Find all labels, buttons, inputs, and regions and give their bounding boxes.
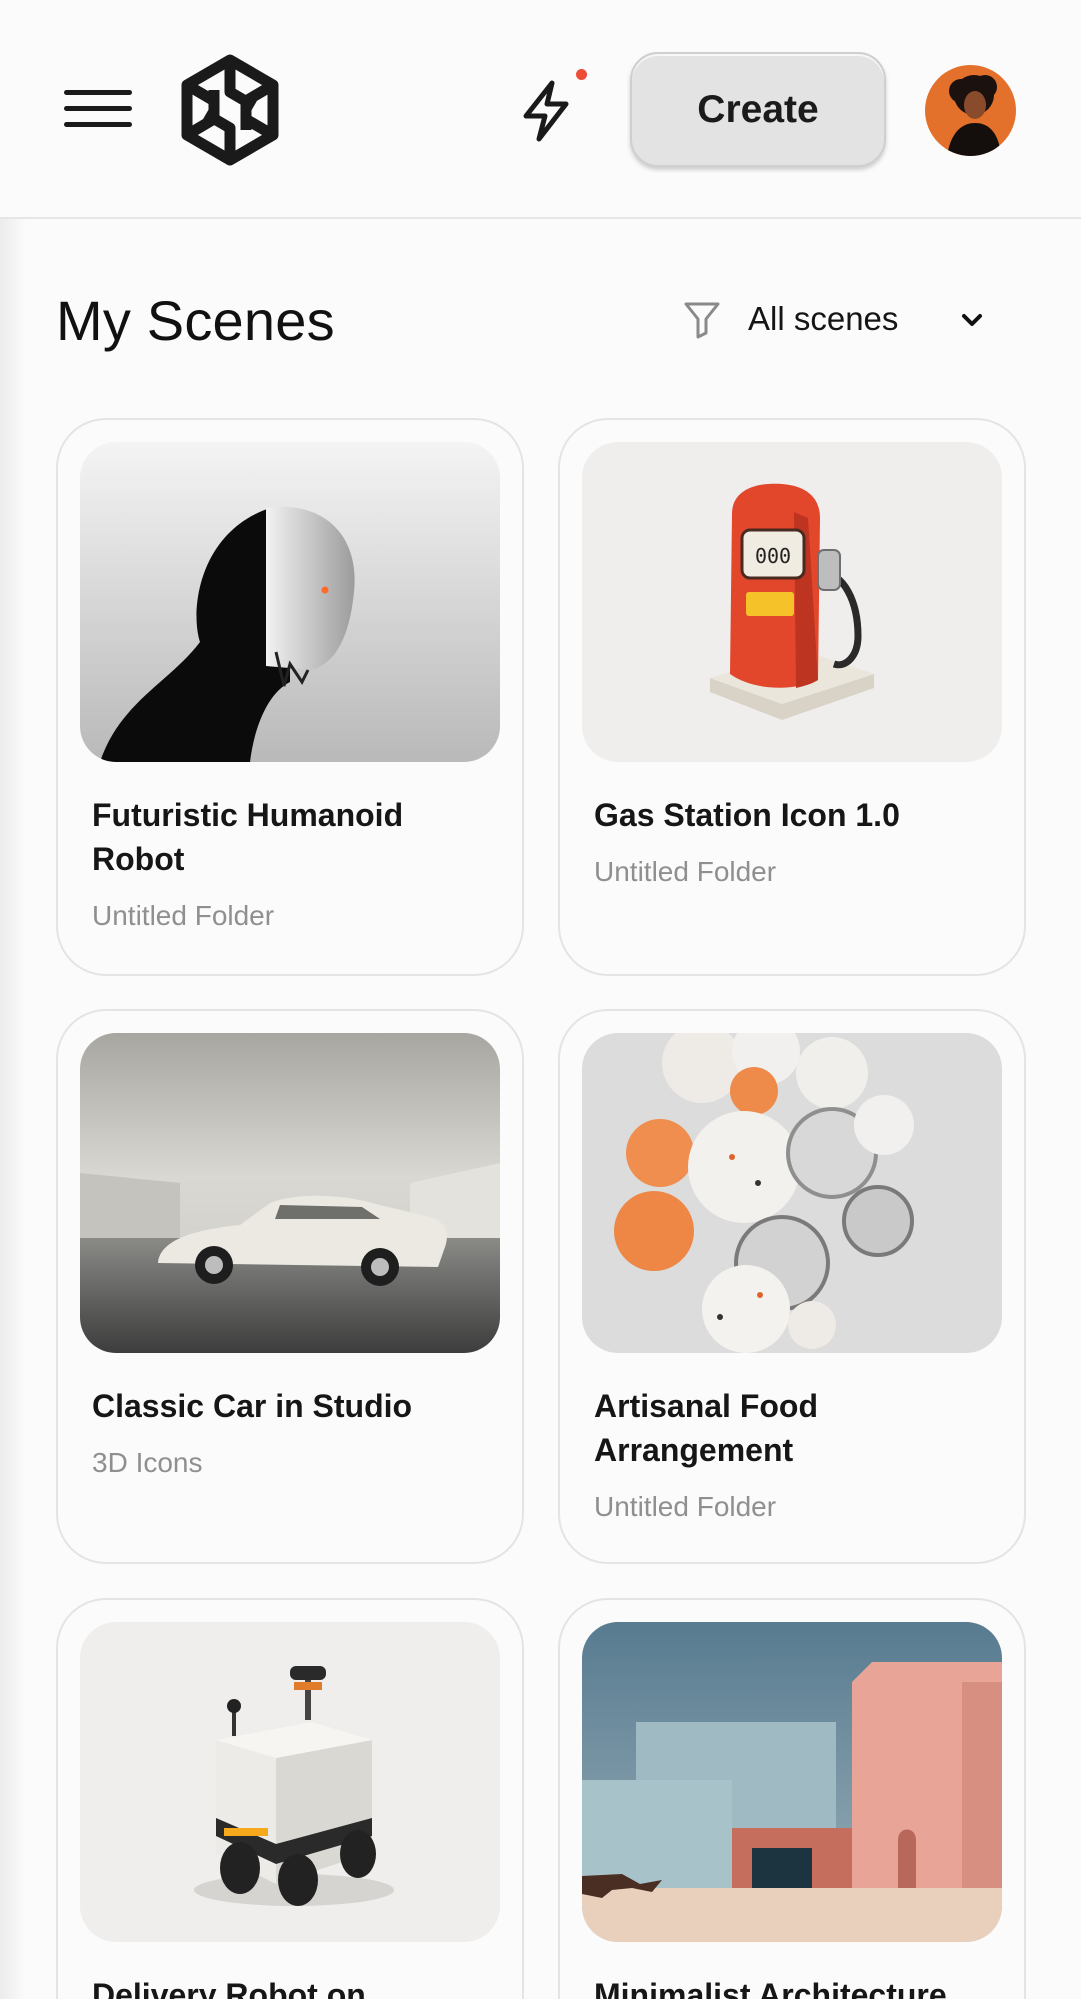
scene-thumbnail: [582, 1033, 1002, 1353]
scene-title: Gas Station Icon 1.0: [594, 797, 900, 833]
scene-filter-dropdown[interactable]: All scenes: [680, 292, 996, 346]
left-edge-shade: [0, 0, 26, 1999]
scene-card[interactable]: 000 Gas Station Icon 1.0 Untitled Folder: [558, 418, 1026, 976]
scene-title: Artisanal Food Arrangement: [594, 1388, 819, 1468]
scene-card[interactable]: Classic Car in Studio 3D Icons: [56, 1009, 524, 1564]
chevron-down-icon: [958, 306, 986, 334]
hamburger-menu-icon[interactable]: [64, 86, 132, 132]
scene-thumbnail: [80, 442, 500, 762]
scene-title: Classic Car in Studio: [92, 1388, 413, 1424]
scene-thumbnail: [80, 1622, 500, 1942]
svg-text:000: 000: [755, 544, 791, 568]
filter-label: All scenes: [748, 300, 899, 337]
funnel-icon: [680, 297, 724, 341]
scene-title: Delivery Robot on: [92, 1977, 366, 1999]
user-avatar[interactable]: [925, 65, 1016, 156]
scene-folder: 3D Icons: [92, 1447, 203, 1478]
page-title: My Scenes: [56, 289, 335, 352]
top-header: Create: [0, 0, 1081, 219]
scene-title: Futuristic Humanoid Robot: [92, 797, 404, 877]
scene-title: Minimalist Architecture: [594, 1977, 947, 1999]
scene-thumbnail: 000: [582, 442, 1002, 762]
scene-card[interactable]: Minimalist Architecture: [558, 1598, 1026, 1999]
scene-thumbnail: [80, 1033, 500, 1353]
scene-thumbnail: [582, 1622, 1002, 1942]
create-button[interactable]: Create: [630, 52, 886, 167]
lightning-bolt-icon[interactable]: [516, 78, 576, 144]
app-logo[interactable]: [174, 54, 286, 166]
notification-dot: [576, 69, 587, 80]
scene-folder: Untitled Folder: [594, 856, 777, 887]
scene-folder: Untitled Folder: [92, 900, 275, 931]
scene-card[interactable]: Delivery Robot on: [56, 1598, 524, 1999]
scene-card[interactable]: Futuristic Humanoid Robot Untitled Folde…: [56, 418, 524, 976]
scene-card[interactable]: Artisanal Food Arrangement Untitled Fold…: [558, 1009, 1026, 1564]
scene-folder: Untitled Folder: [594, 1491, 777, 1522]
